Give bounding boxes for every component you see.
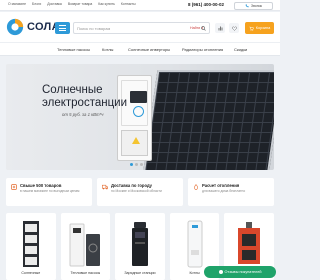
category-card[interactable]: Тепловые насосы (60, 213, 111, 280)
feature-title: Расчет отопления (202, 183, 240, 188)
stove-image (238, 222, 261, 264)
top-link-delivery[interactable]: Доставка (47, 2, 62, 6)
heart-icon (231, 25, 237, 31)
category-card[interactable]: Зарядные станции (115, 213, 165, 280)
search-input[interactable] (77, 24, 177, 33)
slider-dot[interactable] (140, 163, 143, 166)
solar-panel-image (142, 70, 274, 170)
feature-card: Доставка по городу по Москве и Московско… (97, 178, 183, 206)
boiler-image (187, 220, 203, 268)
top-link-how-to-buy[interactable]: Как купить (98, 2, 115, 6)
charging-station-image (131, 222, 148, 266)
phone-number[interactable]: 8 (961) 400-00-02 (188, 2, 224, 7)
feature-card: Расчет отопления для вашего дома бесплат… (188, 178, 274, 206)
search-box: Найти в (73, 22, 210, 34)
sun-logo-icon (6, 18, 24, 36)
feature-desc: по Москве и Московской области (111, 189, 162, 193)
warning-icon (132, 137, 140, 144)
solar-battery-rack-image (22, 221, 39, 267)
top-link-about[interactable]: О магазине (8, 2, 26, 6)
search-button[interactable] (198, 23, 209, 33)
cart-button[interactable]: Корзина (245, 22, 274, 34)
slider-dot[interactable] (130, 163, 133, 166)
hero-banner[interactable]: Солнечные электростанции от 5 руб. за 1 … (6, 64, 274, 170)
top-link-blog[interactable]: Блоги (32, 2, 41, 6)
favorites-button[interactable] (229, 23, 239, 33)
feature-title: Свыше 500 товаров (20, 183, 62, 188)
nav-item-radiators[interactable]: Радиаторы отопления (182, 47, 223, 52)
catalog-icon (11, 184, 17, 190)
cart-label: Корзина (255, 26, 271, 30)
catalog-menu-button[interactable] (55, 22, 70, 34)
category-nav: Тепловые насосы Котлы Солнечные инвертор… (0, 42, 280, 56)
cart-icon (249, 26, 254, 31)
category-card[interactable]: Солнечные (6, 213, 56, 280)
header: СОЛАР Найти в Корзина (0, 12, 280, 42)
flame-icon (194, 184, 198, 190)
features-row: Свыше 500 товаров в нашем магазине по вы… (6, 178, 274, 206)
compare-icon (218, 26, 222, 30)
hero-subtitle: от 5 руб. за 1 кВт*ч (62, 112, 104, 117)
top-links: О магазине Блоги Доставка Возврат товара… (8, 2, 136, 6)
nav-item-heat-pumps[interactable]: Тепловые насосы (57, 47, 90, 52)
menu-line-icon (59, 25, 66, 26)
compare-button[interactable] (215, 23, 225, 33)
category-label: Солнечные (21, 271, 41, 275)
hero-title: Солнечные электростанции (42, 84, 128, 109)
reviews-label: Отзывы покупателей (224, 270, 262, 274)
category-label: Зарядные станции (124, 271, 156, 275)
slider-dots (130, 163, 143, 166)
feature-desc: для вашего дома бесплатно (202, 189, 246, 193)
top-link-returns[interactable]: Возврат товара (68, 2, 92, 6)
slider-dot[interactable] (135, 163, 138, 166)
nav-item-discounts[interactable]: Скидки (234, 47, 247, 52)
feature-desc: в нашем магазине по выгодным ценам (20, 189, 80, 193)
feature-title: Доставка по городу (111, 183, 153, 188)
chat-icon (218, 270, 223, 274)
reviews-widget-button[interactable]: Отзывы покупателей (204, 266, 276, 278)
category-label: Тепловые насосы (70, 271, 101, 275)
feature-card: Свыше 500 товаров в нашем магазине по вы… (6, 178, 92, 206)
top-bar: О магазине Блоги Доставка Возврат товара… (0, 0, 280, 11)
callback-label: Звонок (251, 3, 262, 8)
truck-icon (102, 184, 108, 190)
search-icon (201, 25, 206, 31)
callback-button[interactable]: Звонок (234, 1, 273, 10)
phone-icon (245, 3, 249, 7)
nav-item-solar-inverters[interactable]: Солнечные инверторы (128, 47, 170, 52)
nav-item-boilers[interactable]: Котлы (102, 47, 113, 52)
heat-pump-image (69, 223, 101, 267)
top-link-contacts[interactable]: Контакты (121, 2, 136, 6)
